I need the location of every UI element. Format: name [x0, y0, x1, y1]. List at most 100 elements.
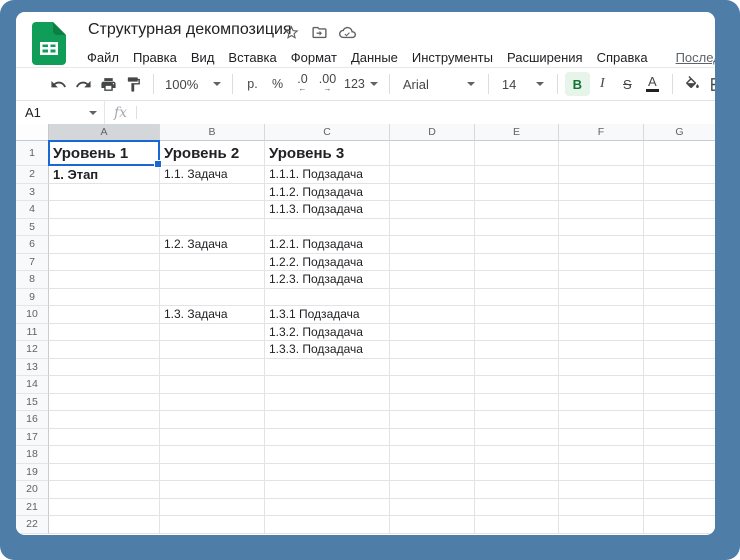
cell-A2[interactable]: 1. Этап [49, 166, 160, 184]
cell-G8[interactable] [644, 271, 715, 289]
cell-D18[interactable] [390, 446, 475, 464]
cell-D14[interactable] [390, 376, 475, 394]
cell-B15[interactable] [160, 394, 265, 412]
font-size-select[interactable]: 14 [496, 72, 550, 96]
cell-F16[interactable] [559, 411, 644, 429]
cell-A8[interactable] [49, 271, 160, 289]
cell-F4[interactable] [559, 201, 644, 219]
row-header-13[interactable]: 13 [16, 359, 49, 377]
redo-button[interactable] [71, 72, 96, 96]
cell-C20[interactable] [265, 481, 390, 499]
cell-C8[interactable]: 1.2.3. Подзадача [265, 271, 390, 289]
cell-D4[interactable] [390, 201, 475, 219]
cell-F18[interactable] [559, 446, 644, 464]
cell-E12[interactable] [475, 341, 559, 359]
cell-F12[interactable] [559, 341, 644, 359]
column-header-F[interactable]: F [559, 124, 644, 141]
row-header-5[interactable]: 5 [16, 219, 49, 237]
row-header-11[interactable]: 11 [16, 324, 49, 342]
cell-D3[interactable] [390, 184, 475, 202]
cell-A7[interactable] [49, 254, 160, 272]
cell-A13[interactable] [49, 359, 160, 377]
row-header-20[interactable]: 20 [16, 481, 49, 499]
cell-F14[interactable] [559, 376, 644, 394]
cell-E14[interactable] [475, 376, 559, 394]
cell-F17[interactable] [559, 429, 644, 447]
cell-E16[interactable] [475, 411, 559, 429]
decrease-decimal-button[interactable]: .0← [290, 72, 315, 96]
cell-C3[interactable]: 1.1.2. Подзадача [265, 184, 390, 202]
cell-C5[interactable] [265, 219, 390, 237]
menu-file[interactable]: Файл [87, 50, 119, 65]
cell-A16[interactable] [49, 411, 160, 429]
cell-A5[interactable] [49, 219, 160, 237]
cell-D15[interactable] [390, 394, 475, 412]
cell-G6[interactable] [644, 236, 715, 254]
cell-B12[interactable] [160, 341, 265, 359]
percent-format-button[interactable]: % [265, 72, 290, 96]
cell-D12[interactable] [390, 341, 475, 359]
cell-C13[interactable] [265, 359, 390, 377]
cell-E21[interactable] [475, 499, 559, 517]
row-header-14[interactable]: 14 [16, 376, 49, 394]
cell-A11[interactable] [49, 324, 160, 342]
cell-G9[interactable] [644, 289, 715, 307]
cell-A20[interactable] [49, 481, 160, 499]
cell-E17[interactable] [475, 429, 559, 447]
cell-F8[interactable] [559, 271, 644, 289]
column-header-D[interactable]: D [390, 124, 475, 141]
column-header-C[interactable]: C [265, 124, 390, 141]
cell-F5[interactable] [559, 219, 644, 237]
cell-F10[interactable] [559, 306, 644, 324]
cell-A1[interactable]: Уровень 1 [49, 141, 160, 166]
row-header-15[interactable]: 15 [16, 394, 49, 412]
move-folder-icon[interactable] [311, 24, 328, 46]
cell-C12[interactable]: 1.3.3. Подзадача [265, 341, 390, 359]
currency-format-button[interactable]: р. [240, 72, 265, 96]
cell-D7[interactable] [390, 254, 475, 272]
cell-B16[interactable] [160, 411, 265, 429]
cell-D22[interactable] [390, 516, 475, 534]
cell-B20[interactable] [160, 481, 265, 499]
row-header-10[interactable]: 10 [16, 306, 49, 324]
cell-A12[interactable] [49, 341, 160, 359]
menu-edit[interactable]: Правка [133, 50, 177, 65]
row-header-8[interactable]: 8 [16, 271, 49, 289]
cell-G10[interactable] [644, 306, 715, 324]
cell-D16[interactable] [390, 411, 475, 429]
cell-C6[interactable]: 1.2.1. Подзадача [265, 236, 390, 254]
cell-G21[interactable] [644, 499, 715, 517]
cell-B2[interactable]: 1.1. Задача [160, 166, 265, 184]
strikethrough-button[interactable]: S [615, 72, 640, 96]
cell-C4[interactable]: 1.1.3. Подзадача [265, 201, 390, 219]
cell-C15[interactable] [265, 394, 390, 412]
cell-F2[interactable] [559, 166, 644, 184]
cell-E22[interactable] [475, 516, 559, 534]
print-button[interactable] [96, 72, 121, 96]
cell-C14[interactable] [265, 376, 390, 394]
cell-E3[interactable] [475, 184, 559, 202]
cell-C17[interactable] [265, 429, 390, 447]
cell-B18[interactable] [160, 446, 265, 464]
cell-A21[interactable] [49, 499, 160, 517]
cell-D13[interactable] [390, 359, 475, 377]
cell-E5[interactable] [475, 219, 559, 237]
row-header-19[interactable]: 19 [16, 464, 49, 482]
cell-B7[interactable] [160, 254, 265, 272]
row-header-3[interactable]: 3 [16, 184, 49, 202]
text-color-button[interactable]: A [640, 72, 665, 96]
cell-D21[interactable] [390, 499, 475, 517]
fill-handle[interactable] [154, 160, 162, 168]
cloud-check-icon[interactable] [339, 24, 356, 46]
cell-G2[interactable] [644, 166, 715, 184]
cell-B21[interactable] [160, 499, 265, 517]
cell-F11[interactable] [559, 324, 644, 342]
cell-C19[interactable] [265, 464, 390, 482]
cell-E10[interactable] [475, 306, 559, 324]
cell-F9[interactable] [559, 289, 644, 307]
row-header-2[interactable]: 2 [16, 166, 49, 184]
row-header-22[interactable]: 22 [16, 516, 49, 534]
cell-G18[interactable] [644, 446, 715, 464]
number-format-select[interactable]: 123 [340, 72, 382, 96]
sheets-logo-icon[interactable] [32, 22, 66, 65]
